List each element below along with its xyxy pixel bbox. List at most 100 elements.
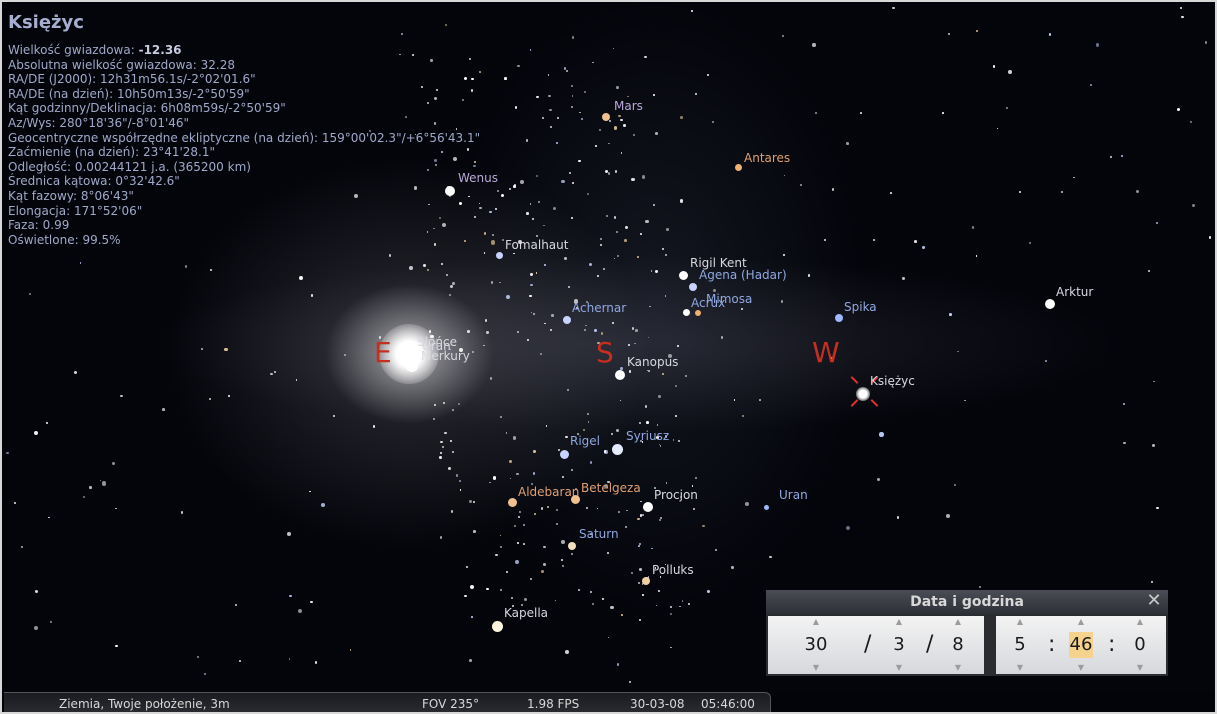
spin-down-icon[interactable]: ▼ (879, 664, 919, 672)
spin-up-icon[interactable]: ▲ (1120, 618, 1160, 626)
year-spinbox[interactable]: ▲ 8 ▼ (938, 616, 978, 674)
datetime-dialog-title: Data i godzina (910, 594, 1024, 610)
background-star (626, 95, 629, 98)
aldebaran[interactable] (508, 498, 517, 507)
background-star (469, 659, 472, 662)
mercury[interactable] (406, 360, 418, 372)
object-info-row: Średnica kątowa: 0°32'42.6" (8, 174, 480, 189)
year-value[interactable]: 8 (938, 632, 978, 658)
polluks[interactable] (642, 577, 650, 585)
background-star (873, 238, 876, 241)
background-star (695, 93, 697, 96)
close-icon[interactable]: ✕ (1146, 592, 1162, 610)
background-star (444, 431, 447, 435)
background-star (653, 94, 655, 96)
status-location[interactable]: Ziemia, Twoje położenie, 3m (59, 697, 230, 711)
spin-down-icon[interactable]: ▼ (1120, 664, 1160, 672)
background-star (554, 599, 557, 602)
date-separator: / (864, 632, 872, 657)
datetime-dialog-titlebar[interactable]: Data i godzina ✕ (766, 590, 1168, 614)
spin-down-icon[interactable]: ▼ (1000, 664, 1040, 672)
background-star (644, 55, 647, 59)
background-star (440, 262, 443, 265)
object-info-row: Oświetlone: 99.5% (8, 233, 480, 248)
background-star (491, 281, 494, 284)
time-panel: ▲ 5 ▼ : ▲ 46 ▼ : ▲ 0 ▼ (996, 616, 1166, 674)
background-star (614, 169, 618, 173)
minute-value[interactable]: 46 (1069, 632, 1093, 658)
background-star (649, 305, 651, 308)
month-value[interactable]: 3 (879, 632, 919, 658)
fomalhaut[interactable] (496, 252, 503, 259)
status-date[interactable]: 30-03-08 (630, 697, 684, 711)
background-star (661, 372, 664, 375)
background-star (618, 114, 621, 118)
acrux[interactable] (683, 309, 690, 316)
background-star (1177, 108, 1180, 111)
mimosa[interactable] (695, 310, 701, 316)
background-star (1123, 441, 1126, 445)
label-saturn: Saturn (579, 527, 619, 541)
background-star (1028, 241, 1032, 244)
arktur[interactable] (1045, 299, 1055, 309)
background-star (812, 43, 816, 47)
spin-up-icon[interactable]: ▲ (1000, 618, 1040, 626)
moon[interactable] (856, 387, 870, 401)
mars[interactable] (602, 113, 610, 121)
background-star (823, 238, 827, 242)
object-info-text: RA/DE (na dzień): 10h50m13s/-2°50'59" (8, 86, 250, 101)
month-spinbox[interactable]: ▲ 3 ▼ (879, 616, 919, 674)
background-star (526, 139, 529, 142)
hour-spinbox[interactable]: ▲ 5 ▼ (1000, 616, 1040, 674)
procjon[interactable] (643, 502, 653, 512)
background-star (79, 261, 82, 264)
sky-view[interactable]: Mars Antares Wenus Fomalhaut Rigil Kent … (4, 4, 1215, 692)
background-star (638, 581, 641, 584)
background-star (694, 477, 697, 480)
background-star (526, 212, 529, 215)
background-star (566, 69, 569, 72)
background-star (535, 272, 538, 274)
antares[interactable] (735, 164, 742, 171)
day-spinbox[interactable]: ▲ 30 ▼ (796, 616, 836, 674)
object-info-row: RA/DE (na dzień): 10h50m13s/-2°50'59" (8, 87, 480, 102)
spin-down-icon[interactable]: ▼ (796, 664, 836, 672)
syriusz[interactable] (612, 444, 623, 455)
background-star (310, 600, 313, 604)
background-star (452, 450, 455, 453)
background-star (471, 351, 475, 354)
spin-up-icon[interactable]: ▲ (1061, 618, 1101, 626)
spin-up-icon[interactable]: ▲ (938, 618, 978, 626)
background-star (409, 265, 413, 270)
rigel[interactable] (560, 450, 569, 459)
second-value[interactable]: 0 (1120, 632, 1160, 658)
object-info-text: RA/DE (J2000): 12h31m56.1s/-2°02'01.6" (8, 72, 256, 87)
rigil-kent[interactable] (679, 271, 688, 280)
saturn[interactable] (568, 542, 576, 550)
hour-value[interactable]: 5 (1000, 632, 1040, 658)
spika[interactable] (835, 314, 843, 322)
background-star (693, 508, 696, 510)
spin-down-icon[interactable]: ▼ (938, 664, 978, 672)
spin-up-icon[interactable]: ▲ (879, 618, 919, 626)
kapella[interactable] (492, 621, 503, 632)
agena[interactable] (689, 283, 697, 291)
background-star (642, 514, 644, 516)
background-star (388, 254, 392, 257)
achernar[interactable] (563, 316, 571, 324)
minute-spinbox[interactable]: ▲ 46 ▼ (1061, 616, 1101, 674)
background-star (733, 399, 736, 401)
background-star (807, 274, 811, 277)
spin-down-icon[interactable]: ▼ (1061, 664, 1101, 672)
object-info-text: Kąt fazowy: 8°06'43" (8, 188, 134, 203)
background-star (677, 439, 681, 443)
label-kapella: Kapella (504, 606, 549, 620)
spin-up-icon[interactable]: ▲ (796, 618, 836, 626)
status-time[interactable]: 05:46:00 (701, 697, 755, 711)
uran-planet[interactable] (764, 505, 769, 510)
kanopus[interactable] (615, 370, 625, 380)
background-star (948, 32, 950, 35)
background-star (975, 255, 978, 257)
second-spinbox[interactable]: ▲ 0 ▼ (1120, 616, 1160, 674)
day-value[interactable]: 30 (796, 632, 836, 658)
